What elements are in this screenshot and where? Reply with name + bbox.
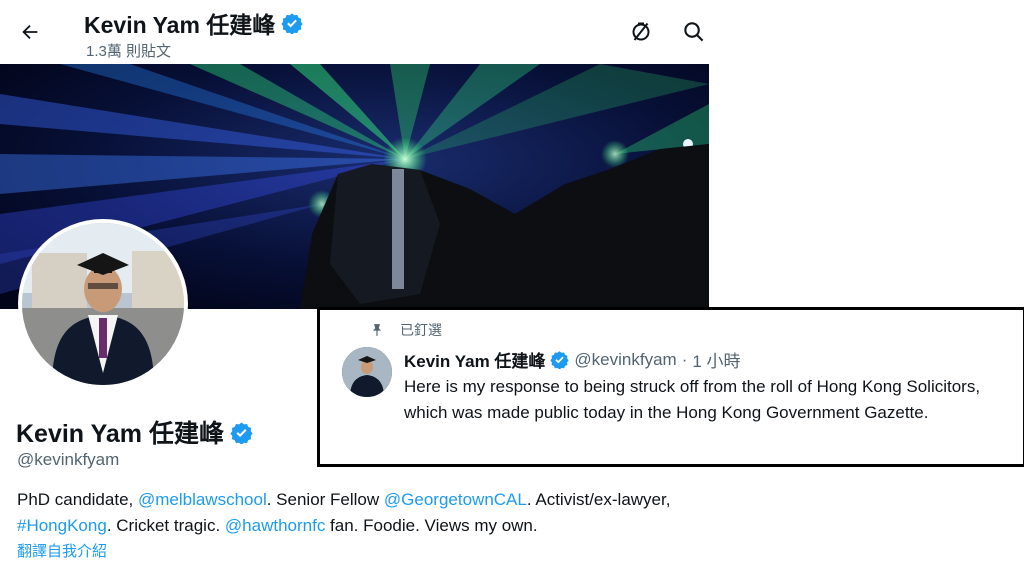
mention-link[interactable]: @hawthornfc xyxy=(225,516,325,535)
post-count: 1.3萬 則貼文 xyxy=(86,43,172,60)
profile-handle: @kevinkfyam xyxy=(17,450,120,469)
bio-text: . Activist/ex-lawyer, xyxy=(526,490,671,509)
no-notifications-icon xyxy=(632,22,650,41)
notifications-button[interactable] xyxy=(624,14,658,48)
tweet-avatar-photo xyxy=(342,347,392,397)
profile-bio: PhD candidate, @melblawschool. Senior Fe… xyxy=(17,487,707,539)
search-icon xyxy=(683,21,703,41)
pin-icon xyxy=(372,324,382,336)
header-name: Kevin Yam 任建峰 xyxy=(84,12,276,38)
tweet-timestamp[interactable]: 1 小時 xyxy=(692,347,740,372)
hashtag-link[interactable]: #HongKong xyxy=(17,516,107,535)
verified-badge-icon xyxy=(230,421,253,444)
pinned-label: 已釘選 xyxy=(400,322,442,338)
tweet-text: Here is my response to being struck off … xyxy=(404,377,981,422)
tweet-avatar[interactable] xyxy=(342,347,392,397)
back-arrow-icon xyxy=(22,24,38,40)
verified-badge-icon xyxy=(281,13,303,34)
verified-badge-icon xyxy=(550,351,570,369)
profile-avatar[interactable] xyxy=(18,219,188,389)
translate-bio-link[interactable]: 翻譯自我介紹 xyxy=(17,540,107,561)
mention-link[interactable]: @melblawschool xyxy=(138,490,267,509)
profile-name: Kevin Yam 任建峰 xyxy=(16,420,224,448)
pinned-tweet[interactable]: 已釘選 Kevin Yam 任建峰 @kevinkfyam · 1 小時 Her… xyxy=(317,307,1024,467)
bio-text: fan. Foodie. Views my own. xyxy=(325,516,538,535)
mention-link[interactable]: @GeorgetownCAL xyxy=(384,490,527,509)
search-button[interactable] xyxy=(676,14,710,48)
bio-text: PhD candidate, xyxy=(17,490,138,509)
back-button[interactable] xyxy=(14,16,46,48)
bio-text: . Cricket tragic. xyxy=(106,516,225,535)
header-title: Kevin Yam 任建峰 xyxy=(84,6,303,40)
bio-text: . Senior Fellow xyxy=(266,490,384,509)
tweet-author-name[interactable]: Kevin Yam 任建峰 xyxy=(404,347,545,372)
tweet-separator: · xyxy=(681,349,688,369)
pinned-indicator: 已釘選 xyxy=(370,320,442,340)
tweet-header: Kevin Yam 任建峰 @kevinkfyam · 1 小時 xyxy=(404,347,741,372)
avatar-photo xyxy=(22,223,184,385)
profile-name-row: Kevin Yam 任建峰 xyxy=(16,414,253,450)
tweet-author-handle[interactable]: @kevinkfyam xyxy=(574,350,676,370)
